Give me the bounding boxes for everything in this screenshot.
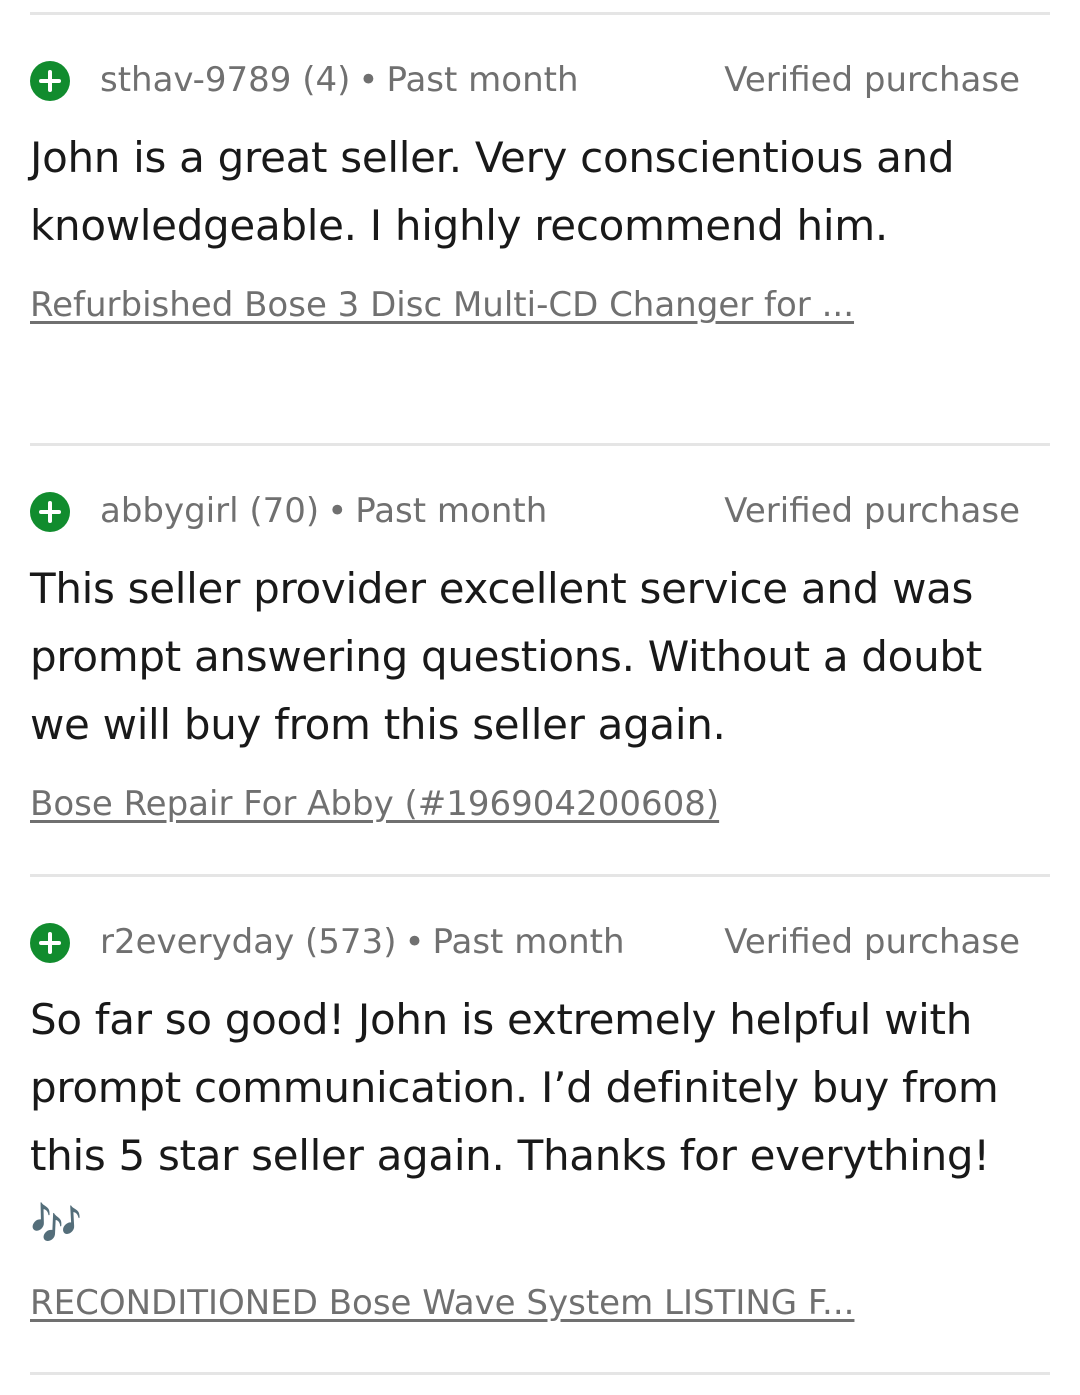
reviewer-score: (4): [302, 60, 351, 100]
feedback-item: sthav-9789 (4) • Past month Verified purch…: [30, 50, 1050, 328]
divider-top: [30, 12, 1050, 15]
feedback-item: r2everyday (573) • Past month Verified pur…: [30, 912, 1050, 1326]
meta-separator: •: [327, 491, 348, 531]
item-link[interactable]: Refurbished Bose 3 Disc Multi-CD Changer…: [30, 282, 854, 328]
divider: [30, 443, 1050, 446]
divider: [30, 874, 1050, 877]
verified-purchase-badge: Verified purchase: [724, 60, 1020, 100]
feedback-text: So far so good! John is extremely helpfu…: [30, 995, 999, 1248]
feedback-time: Past month: [432, 922, 625, 962]
feedback-meta: abbygirl (70) • Past month Verified purcha…: [30, 481, 1050, 541]
positive-feedback-icon: [30, 923, 70, 963]
feedback-text: John is a great seller. Very conscientio…: [30, 133, 955, 250]
feedback-time: Past month: [386, 60, 579, 100]
feedback-meta: sthav-9789 (4) • Past month Verified purch…: [30, 50, 1050, 110]
positive-feedback-icon: [30, 492, 70, 532]
item-link[interactable]: RECONDITIONED Bose Wave System LISTING F…: [30, 1280, 854, 1326]
verified-purchase-badge: Verified purchase: [724, 491, 1020, 531]
reviewer-username[interactable]: r2everyday: [100, 922, 294, 962]
verified-purchase-badge: Verified purchase: [724, 922, 1020, 962]
feedback-item: abbygirl (70) • Past month Verified purcha…: [30, 481, 1050, 827]
feedback-text: This seller provider excellent service a…: [30, 564, 982, 749]
reviewer-username[interactable]: sthav-9789: [100, 60, 291, 100]
feedback-time: Past month: [355, 491, 548, 531]
meta-separator: •: [358, 60, 379, 100]
reviewer-username[interactable]: abbygirl: [100, 491, 239, 531]
divider-bottom: [30, 1372, 1050, 1375]
feedback-meta: r2everyday (573) • Past month Verified pur…: [30, 912, 1050, 972]
reviewer-score: (70): [249, 491, 320, 531]
reviewer-score: (573): [305, 922, 397, 962]
meta-separator: •: [404, 922, 425, 962]
item-link[interactable]: Bose Repair For Abby (#196904200608): [30, 781, 719, 827]
positive-feedback-icon: [30, 61, 70, 101]
